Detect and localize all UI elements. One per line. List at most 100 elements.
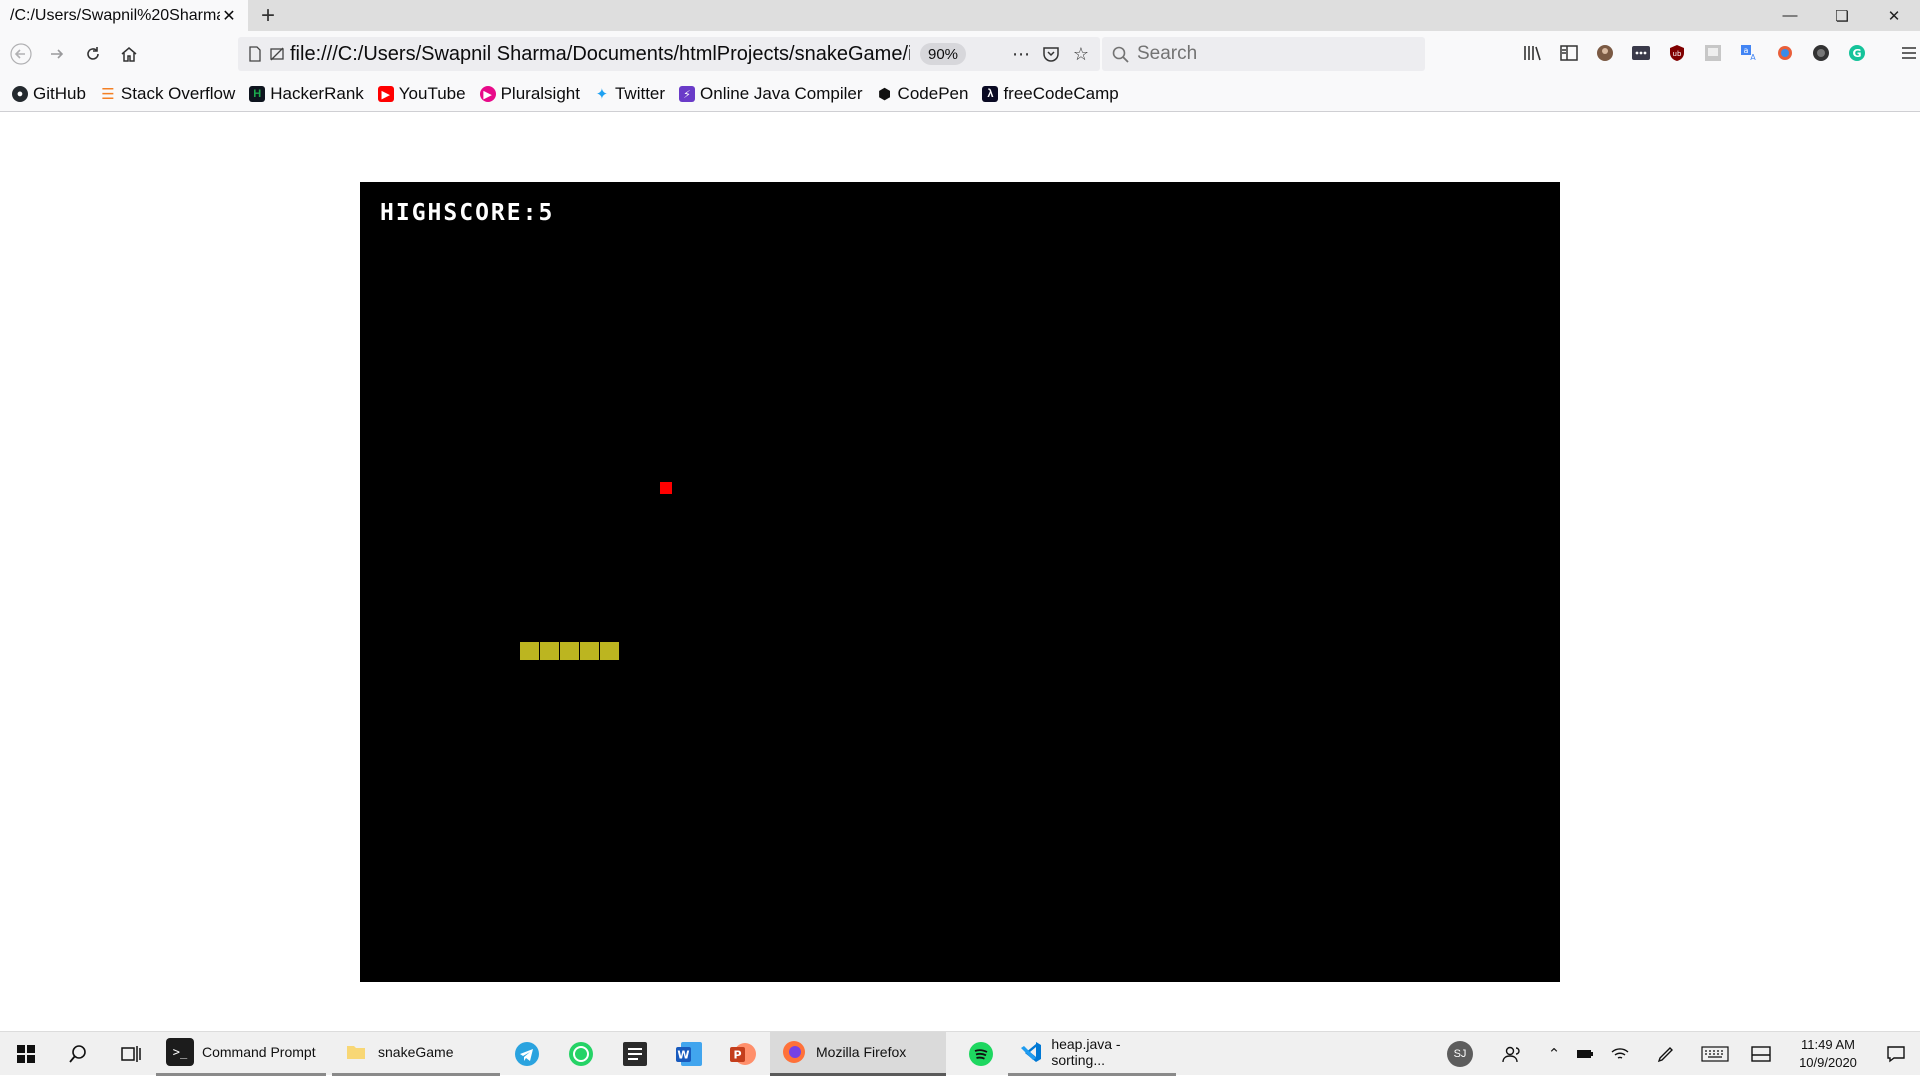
taskbar-clock[interactable]: 11:49 AM 10/9/2020	[1784, 1036, 1872, 1072]
stackoverflow-icon: ☰	[101, 86, 115, 103]
wifi-icon[interactable]	[1600, 1032, 1640, 1076]
zoom-level[interactable]: 90%	[920, 43, 967, 65]
bookmark-online-java-compiler[interactable]: ⚡ Online Java Compiler	[679, 84, 863, 104]
bookmarks-bar: ● GitHub ☰ Stack Overflow H HackerRank ▶…	[0, 77, 1920, 112]
windows-start-icon[interactable]	[0, 1032, 52, 1076]
tablet-mode-icon[interactable]	[1738, 1032, 1784, 1076]
colorful-extension-icon[interactable]	[1772, 39, 1798, 67]
toolbar-extensions: ub aA G	[1520, 39, 1920, 67]
taskbar-app-snakegame-folder[interactable]: snakeGame	[332, 1032, 500, 1076]
reload-icon[interactable]	[76, 37, 110, 71]
snake-food	[660, 482, 672, 494]
whatsapp-icon[interactable]	[554, 1032, 608, 1076]
page-info-icon[interactable]	[246, 45, 264, 63]
bookmark-star-icon[interactable]: ☆	[1070, 43, 1092, 65]
taskbar-app-command-prompt[interactable]: >_ Command Prompt	[156, 1032, 326, 1076]
taskbar-app-vscode[interactable]: heap.java - sorting...	[1008, 1032, 1176, 1076]
pocket-icon[interactable]	[1040, 43, 1062, 65]
bookmark-label: HackerRank	[270, 84, 364, 103]
lastpass-icon[interactable]	[1628, 39, 1654, 67]
translate-icon[interactable]: aA	[1736, 39, 1762, 67]
restore-icon[interactable]: ❏	[1816, 0, 1868, 31]
screenshot-extension-icon[interactable]	[1700, 39, 1726, 67]
youtube-icon: ▶	[377, 86, 394, 102]
taskbar-app-firefox[interactable]: Mozilla Firefox	[770, 1031, 946, 1076]
bookmark-label: CodePen	[897, 84, 969, 103]
battery-icon[interactable]	[1570, 1032, 1600, 1076]
url-actions: ⋯ ☆	[1010, 43, 1092, 65]
ublock-icon[interactable]: ub	[1664, 39, 1690, 67]
highscore-display: HIGHSCORE:5	[380, 200, 554, 226]
new-tab-icon[interactable]: +	[248, 0, 288, 31]
command-prompt-icon: >_	[166, 1038, 194, 1066]
bookmark-codepen[interactable]: ⬢ CodePen	[877, 84, 969, 104]
bookmark-hackerrank[interactable]: H HackerRank	[249, 84, 364, 104]
snake-segment	[580, 642, 599, 660]
svg-text:a: a	[1744, 46, 1749, 55]
svg-text:ub: ub	[1673, 50, 1682, 58]
powerpoint-icon[interactable]: P	[716, 1032, 770, 1076]
close-tab-icon[interactable]: ✕	[220, 7, 238, 25]
people-icon[interactable]	[1486, 1032, 1538, 1076]
svg-text:W: W	[677, 1048, 689, 1061]
minimize-icon[interactable]: —	[1764, 0, 1816, 31]
library-icon[interactable]	[1520, 39, 1546, 67]
navigation-bar: file:///C:/Users/Swapnil Sharma/Document…	[0, 31, 1920, 77]
window-controls: — ❏ ✕	[1764, 0, 1920, 31]
snake-segment	[560, 642, 579, 660]
search-bar[interactable]: Search	[1102, 37, 1425, 71]
search-icon[interactable]	[52, 1032, 104, 1076]
url-bar[interactable]: file:///C:/Users/Swapnil Sharma/Document…	[238, 37, 1100, 71]
twitter-icon: ✦	[595, 86, 609, 103]
taskbar-app-label: snakeGame	[378, 1044, 454, 1060]
bookmark-pluralsight[interactable]: ▶ Pluralsight	[479, 84, 580, 104]
notifications-icon[interactable]	[1872, 1032, 1920, 1076]
taskbar-app-label: heap.java - sorting...	[1051, 1036, 1121, 1068]
bookmark-label: Pluralsight	[500, 84, 580, 103]
back-icon[interactable]	[4, 37, 38, 71]
snake-game-canvas[interactable]: HIGHSCORE:5	[360, 182, 1560, 982]
permissions-icon[interactable]	[268, 45, 286, 63]
tab-strip: /C:/Users/Swapnil%20Sharma/Documents/htm…	[0, 0, 1920, 31]
forward-icon[interactable]	[40, 37, 74, 71]
snake-segment	[520, 642, 539, 660]
spotify-icon[interactable]	[954, 1032, 1008, 1076]
dark-mode-icon[interactable]	[1808, 39, 1834, 67]
task-view-icon[interactable]	[104, 1032, 156, 1076]
browser-tab[interactable]: /C:/Users/Swapnil%20Sharma/Documents/htm…	[0, 0, 248, 31]
user-avatar[interactable]: SJ	[1434, 1032, 1486, 1076]
bookmark-label: Twitter	[614, 84, 666, 103]
url-text[interactable]: file:///C:/Users/Swapnil Sharma/Document…	[290, 43, 910, 66]
menu-icon[interactable]	[1896, 39, 1920, 67]
taskbar-app-label: Mozilla Firefox	[816, 1044, 907, 1060]
bookmark-youtube[interactable]: ▶ YouTube	[377, 84, 466, 104]
highscore-label: HIGHSCORE:	[380, 200, 539, 226]
bookmark-freecodecamp[interactable]: λ freeCodeCamp	[982, 84, 1119, 104]
bookmark-twitter[interactable]: ✦ Twitter	[594, 84, 665, 104]
keyboard-icon[interactable]	[1692, 1032, 1738, 1076]
freecodecamp-icon: λ	[982, 86, 999, 102]
telegram-icon[interactable]	[500, 1032, 554, 1076]
bookmark-label: Online Java Compiler	[700, 84, 863, 103]
windows-taskbar: >_ Command Prompt snakeGame W P Mozilla …	[0, 1031, 1920, 1076]
page-actions-icon[interactable]: ⋯	[1010, 43, 1032, 65]
notes-app-icon[interactable]	[608, 1032, 662, 1076]
search-icon	[1112, 46, 1129, 63]
tab-title: /C:/Users/Swapnil%20Sharma/Documents/htm…	[10, 6, 220, 24]
sidebar-icon[interactable]	[1556, 39, 1582, 67]
bookmark-label: YouTube	[398, 84, 466, 103]
chevron-up-icon[interactable]: ⌃	[1538, 1032, 1570, 1076]
profile-extension-icon[interactable]	[1592, 39, 1618, 67]
clock-time: 11:49 AM	[1801, 1037, 1855, 1052]
close-window-icon[interactable]: ✕	[1868, 0, 1920, 31]
bookmark-label: Stack Overflow	[120, 84, 236, 103]
word-icon[interactable]: W	[662, 1032, 716, 1076]
codepen-icon: ⬢	[877, 86, 892, 103]
bookmark-stackoverflow[interactable]: ☰ Stack Overflow	[100, 84, 235, 104]
vscode-icon	[1018, 1038, 1043, 1066]
grammarly-icon[interactable]: G	[1844, 39, 1870, 67]
pen-workspace-icon[interactable]	[1640, 1032, 1692, 1076]
search-input[interactable]: Search	[1137, 43, 1197, 65]
bookmark-github[interactable]: ● GitHub	[12, 84, 86, 104]
home-icon[interactable]	[112, 37, 146, 71]
